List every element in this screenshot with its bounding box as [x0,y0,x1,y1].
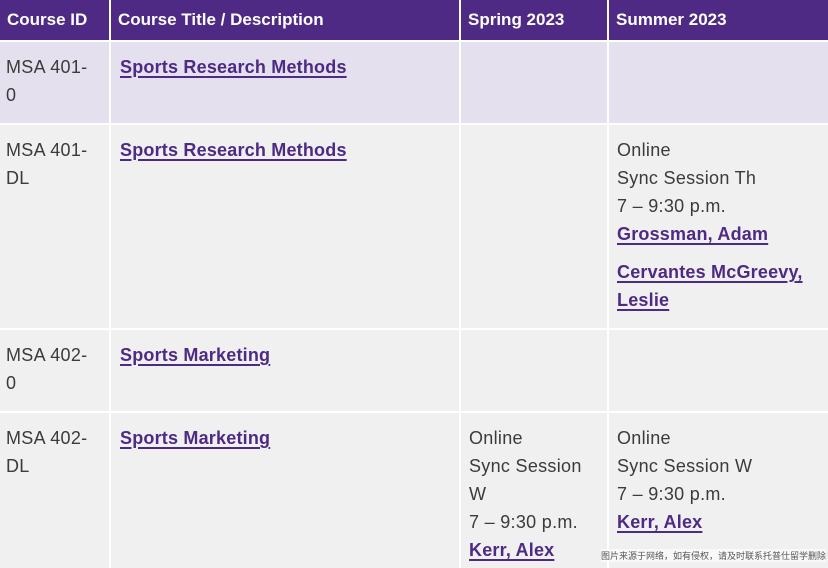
table-row: MSA 402- DL Sports Marketing Online Sync… [0,412,828,568]
table-header: Course ID Course Title / Description Spr… [0,0,828,42]
table-row: MSA 402- 0 Sports Marketing [0,329,828,413]
summer-cell [608,41,828,125]
instructor-link-kerr[interactable]: Kerr, Alex [469,540,554,560]
course-id-suffix: DL [6,456,30,476]
header-spring-2023: Spring 2023 [460,0,609,42]
course-id-cell: MSA 401- DL [0,124,111,330]
session-day: Sync Session [469,456,582,476]
header-course-title: Course Title / Description [110,0,461,42]
course-id-suffix: 0 [6,85,17,105]
instructor-link-cervantes-cont[interactable]: Leslie [617,290,669,310]
course-schedule-page: Course ID Course Title / Description Spr… [0,0,828,568]
session-time: 7 – 9:30 p.m. [469,512,578,532]
summer-cell: Online Sync Session W 7 – 9:30 p.m. Kerr… [608,412,828,568]
header-summer-2023: Summer 2023 [608,0,828,42]
session-time: 7 – 9:30 p.m. [617,484,726,504]
summer-cell [608,329,828,413]
course-title-link[interactable]: Sports Marketing [120,428,270,448]
delivery-mode: Online [617,140,671,160]
delivery-mode: Online [617,428,671,448]
watermark-text: 图片来源于网络，如有侵权，请及时联系托普仕留学删除 [600,549,826,562]
session-day-cont: W [469,484,487,504]
instructor-link-cervantes[interactable]: Cervantes McGreevy, [617,262,803,282]
course-title-cell: Sports Research Methods [110,124,461,330]
delivery-mode: Online [469,428,523,448]
course-id-cell: MSA 402- DL [0,412,111,568]
course-id-suffix: DL [6,168,30,188]
course-title-cell: Sports Marketing [110,412,461,568]
course-title-link[interactable]: Sports Research Methods [120,140,347,160]
session-time: 7 – 9:30 p.m. [617,196,726,216]
session-day: Sync Session Th [617,168,757,188]
header-course-id: Course ID [0,0,111,42]
spring-cell: Online Sync Session W 7 – 9:30 p.m. Kerr… [460,412,609,568]
course-id-line: MSA 402- [6,428,88,448]
summer-cell: Online Sync Session Th 7 – 9:30 p.m. Gro… [608,124,828,330]
header-row: Course ID Course Title / Description Spr… [0,0,828,42]
course-id-suffix: 0 [6,373,17,393]
spring-cell [460,329,609,413]
spring-cell [460,124,609,330]
course-id-cell: MSA 402- 0 [0,329,111,413]
course-id-line: MSA 402- [6,345,88,365]
course-title-link[interactable]: Sports Research Methods [120,57,347,77]
table-body: MSA 401- 0 Sports Research Methods MSA 4… [0,41,828,568]
course-id-cell: MSA 401- 0 [0,41,111,125]
instructor-link-kerr[interactable]: Kerr, Alex [617,512,702,532]
spring-cell [460,41,609,125]
instructor-link-grossman[interactable]: Grossman, Adam [617,224,768,244]
course-title-cell: Sports Research Methods [110,41,461,125]
table-row: MSA 401- 0 Sports Research Methods [0,41,828,125]
course-id-line: MSA 401- [6,57,88,77]
course-title-cell: Sports Marketing [110,329,461,413]
course-id-line: MSA 401- [6,140,88,160]
course-title-link[interactable]: Sports Marketing [120,345,270,365]
session-day: Sync Session W [617,456,753,476]
course-schedule-table: Course ID Course Title / Description Spr… [0,0,828,568]
table-row: MSA 401- DL Sports Research Methods Onli… [0,124,828,330]
